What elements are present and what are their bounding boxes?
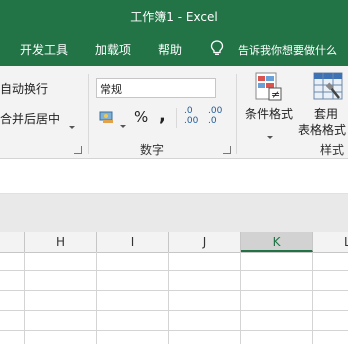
group-separator (236, 74, 237, 154)
group-separator (88, 74, 89, 154)
svg-text:≠: ≠ (271, 88, 280, 101)
percent-style-button[interactable]: % (134, 108, 148, 126)
chevron-down-icon[interactable] (266, 126, 274, 145)
tab-developer[interactable]: 开发工具 (20, 41, 68, 58)
ribbon-collapse-band (0, 194, 348, 232)
grid-line (0, 270, 348, 271)
merge-center-button[interactable]: 合并后居中 (0, 110, 60, 127)
number-group-label: 数字 (140, 143, 165, 157)
window-title: 工作簿1 - Excel (130, 10, 218, 24)
increase-decimal-bottom: .00 (184, 116, 199, 126)
number-format-select[interactable]: 常规 (96, 78, 216, 98)
column-header-j[interactable]: J (169, 232, 241, 252)
conditional-format-label[interactable]: 条件格式 (245, 105, 293, 122)
formula-bar-area (0, 159, 348, 194)
alignment-dialog-launcher-icon[interactable] (74, 146, 82, 154)
column-header-partial[interactable] (0, 232, 25, 252)
decrease-decimal-top: .00 (208, 106, 223, 116)
increase-decimal-top: .0 (184, 106, 193, 116)
conditional-format-icon[interactable]: ≠ (255, 72, 283, 106)
column-header-h[interactable]: H (25, 232, 97, 252)
decrease-decimal-bottom: .0 (208, 116, 217, 126)
lightbulb-icon[interactable] (210, 40, 224, 60)
tab-addins[interactable]: 加载项 (95, 41, 131, 58)
table-format-icon[interactable] (313, 72, 343, 106)
styles-group-label: 样式 (320, 143, 345, 157)
column-header-k[interactable]: K (241, 232, 313, 252)
group-separator (176, 108, 177, 128)
grid-line (0, 330, 348, 331)
chevron-down-icon[interactable] (68, 116, 76, 135)
number-dialog-launcher-icon[interactable] (223, 146, 231, 154)
decrease-decimal-button[interactable]: .00 .0 (208, 106, 228, 130)
tab-help[interactable]: 帮助 (158, 41, 182, 58)
column-header-l[interactable]: L (313, 232, 348, 252)
tell-me-search[interactable]: 告诉我你想要做什么 (238, 42, 337, 58)
grid-line (0, 310, 348, 311)
wrap-text-button[interactable]: 自动换行 (0, 80, 48, 97)
number-format-value: 常规 (100, 83, 122, 96)
column-header-i[interactable]: I (97, 232, 169, 252)
currency-format-icon[interactable] (99, 109, 117, 128)
increase-decimal-button[interactable]: .0 .00 (184, 106, 204, 130)
grid-line (0, 290, 348, 291)
comma-style-button[interactable]: , (159, 105, 166, 126)
chevron-down-icon[interactable] (119, 115, 127, 134)
format-as-table-label-2[interactable]: 表格格式 (298, 121, 346, 138)
format-as-table-label-1[interactable]: 套用 (314, 105, 338, 122)
